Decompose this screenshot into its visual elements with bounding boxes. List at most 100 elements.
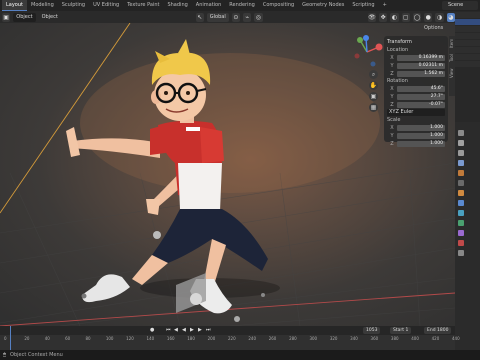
outliner-panel[interactable] xyxy=(455,11,480,122)
constraints-icon[interactable] xyxy=(458,230,464,236)
viewport-header: ▣ Object Object ↖ Global ⊙ ⌁ ◎ 👁 ✥ ◐ ▢ ◯… xyxy=(0,11,455,23)
outliner-row[interactable] xyxy=(455,61,480,67)
timeline-tick: 240 xyxy=(248,336,256,341)
current-frame-field[interactable]: 1053 xyxy=(363,327,381,334)
zoom-icon[interactable]: ⌕ xyxy=(369,70,378,79)
physics-icon[interactable] xyxy=(458,220,464,226)
particles-icon[interactable] xyxy=(458,210,464,216)
mouse-icon: 🖱 xyxy=(3,352,7,358)
timeline-tick: 320 xyxy=(329,336,338,341)
location-y-row[interactable]: Y 0.02311 m xyxy=(387,62,445,69)
shading-material-icon[interactable]: ◑ xyxy=(435,12,444,22)
mode-select[interactable]: Object xyxy=(13,12,36,22)
rotation-x-row[interactable]: X 45.6° xyxy=(387,85,445,92)
tab-scripting[interactable]: Scripting xyxy=(348,0,378,11)
rotation-x-field[interactable]: 45.6° xyxy=(397,85,445,92)
scale-y-field[interactable]: 1.000 xyxy=(397,132,445,139)
world-icon[interactable] xyxy=(458,180,464,186)
tab-compositing[interactable]: Compositing xyxy=(259,0,298,11)
location-z-field[interactable]: 1.562 m xyxy=(397,70,445,77)
start-frame-field[interactable]: Start 1 xyxy=(390,327,412,334)
tool-icon[interactable] xyxy=(458,130,464,136)
rotation-mode-select[interactable]: XYZ Euler xyxy=(387,109,445,116)
timeline-ruler[interactable]: 0 20 40 60 80 100 120 140 160 180 200 220 240 260 280 3… xyxy=(0,335,460,350)
orientation-select[interactable]: Global xyxy=(206,12,229,22)
object-icon[interactable] xyxy=(458,190,464,196)
scene-icon[interactable] xyxy=(458,170,464,176)
play-reverse-icon[interactable]: ◀ xyxy=(182,327,186,334)
outliner-row[interactable] xyxy=(455,26,480,32)
shading-solid-icon[interactable]: ● xyxy=(424,12,433,22)
camera-view-icon[interactable]: ▣ xyxy=(369,92,378,101)
cursor-tool-icon[interactable]: ↖ xyxy=(195,12,204,22)
tab-layout[interactable]: Layout xyxy=(2,0,27,11)
shading-rendered-icon[interactable]: ◕ xyxy=(446,12,455,22)
grid-icon[interactable]: ▦ xyxy=(369,103,378,112)
editor-type-icon[interactable]: ▣ xyxy=(2,12,11,22)
scale-label: Scale xyxy=(387,117,401,123)
output-icon[interactable] xyxy=(458,150,464,156)
tab-view[interactable]: View xyxy=(449,66,454,81)
tab-item[interactable]: Item xyxy=(449,36,454,51)
options-menu[interactable]: Options xyxy=(424,24,443,33)
location-x-field[interactable]: 0.16399 m xyxy=(397,54,445,61)
snap-icon[interactable]: ⌁ xyxy=(243,12,252,22)
tab-sculpting[interactable]: Sculpting xyxy=(58,0,89,11)
object-menu[interactable]: Object xyxy=(39,13,61,22)
rotation-y-row[interactable]: Y 27.7° xyxy=(387,93,445,100)
scale-z-field[interactable]: 1.000 xyxy=(397,140,445,147)
playhead[interactable] xyxy=(10,326,11,350)
pan-hand-icon[interactable]: ✋ xyxy=(369,81,378,90)
next-key-icon[interactable]: ▶ xyxy=(198,327,202,334)
visibility-icon[interactable]: 👁 xyxy=(367,12,377,22)
timeline-tick: 0 xyxy=(4,336,7,341)
timeline-header xyxy=(0,326,455,335)
jump-end-icon[interactable]: ⏭ xyxy=(206,327,211,334)
scale-x-row[interactable]: X 1.000 xyxy=(387,124,445,131)
outliner-row[interactable] xyxy=(455,47,480,53)
navigation-gizmo[interactable] xyxy=(350,35,384,69)
xray-icon[interactable]: ▢ xyxy=(401,12,410,22)
play-icon[interactable]: ▶ xyxy=(190,327,194,334)
scale-z-row[interactable]: Z 1.000 xyxy=(387,140,445,147)
pivot-icon[interactable]: ⊙ xyxy=(231,12,241,22)
material-icon[interactable] xyxy=(458,240,464,246)
timeline-tick: 360 xyxy=(370,336,379,341)
tab-shading[interactable]: Shading xyxy=(163,0,191,11)
outliner-row[interactable] xyxy=(455,40,480,46)
jump-start-icon[interactable]: ⏮ xyxy=(166,327,171,334)
tab-uv-editing[interactable]: UV Editing xyxy=(89,0,123,11)
shading-wire-icon[interactable]: ◯ xyxy=(412,12,422,22)
rotation-z-field[interactable]: -0.07° xyxy=(397,101,445,108)
view-layer-icon[interactable] xyxy=(458,160,464,166)
scene-select[interactable]: Scene xyxy=(442,1,478,10)
tab-[interactable]: + xyxy=(379,0,391,11)
end-frame-field[interactable]: End 1800 xyxy=(424,327,452,334)
location-z-row[interactable]: Z 1.562 m xyxy=(387,70,445,77)
outliner-row[interactable] xyxy=(455,19,480,25)
tab-animation[interactable]: Animation xyxy=(192,0,226,11)
tab-modeling[interactable]: Modeling xyxy=(27,0,58,11)
location-y-field[interactable]: 0.02311 m xyxy=(397,62,445,69)
render-icon[interactable] xyxy=(458,140,464,146)
rotation-y-field[interactable]: 27.7° xyxy=(397,93,445,100)
prev-key-icon[interactable]: ◀ xyxy=(174,327,178,334)
proportional-edit-icon[interactable]: ◎ xyxy=(254,12,263,22)
status-text: Object Context Menu xyxy=(10,352,63,358)
tab-rendering[interactable]: Rendering xyxy=(225,0,259,11)
tab-texture-paint[interactable]: Texture Paint xyxy=(123,0,163,11)
location-x-row[interactable]: X 0.16399 m xyxy=(387,54,445,61)
outliner-row[interactable] xyxy=(455,54,480,60)
modifier-icon[interactable] xyxy=(458,200,464,206)
gizmo-toggle-icon[interactable]: ✥ xyxy=(379,12,388,22)
texture-icon[interactable] xyxy=(458,250,464,256)
scale-y-row[interactable]: Y 1.000 xyxy=(387,132,445,139)
outliner-row[interactable] xyxy=(455,33,480,39)
tab-geometry-nodes[interactable]: Geometry Nodes xyxy=(298,0,348,11)
record-icon[interactable]: ● xyxy=(150,327,154,334)
rotation-z-row[interactable]: Z -0.07° xyxy=(387,101,445,108)
tab-tool[interactable]: Tool xyxy=(449,51,454,66)
scale-x-field[interactable]: 1.000 xyxy=(397,124,445,131)
outliner-row[interactable] xyxy=(455,12,480,18)
overlay-icon[interactable]: ◐ xyxy=(390,12,399,22)
